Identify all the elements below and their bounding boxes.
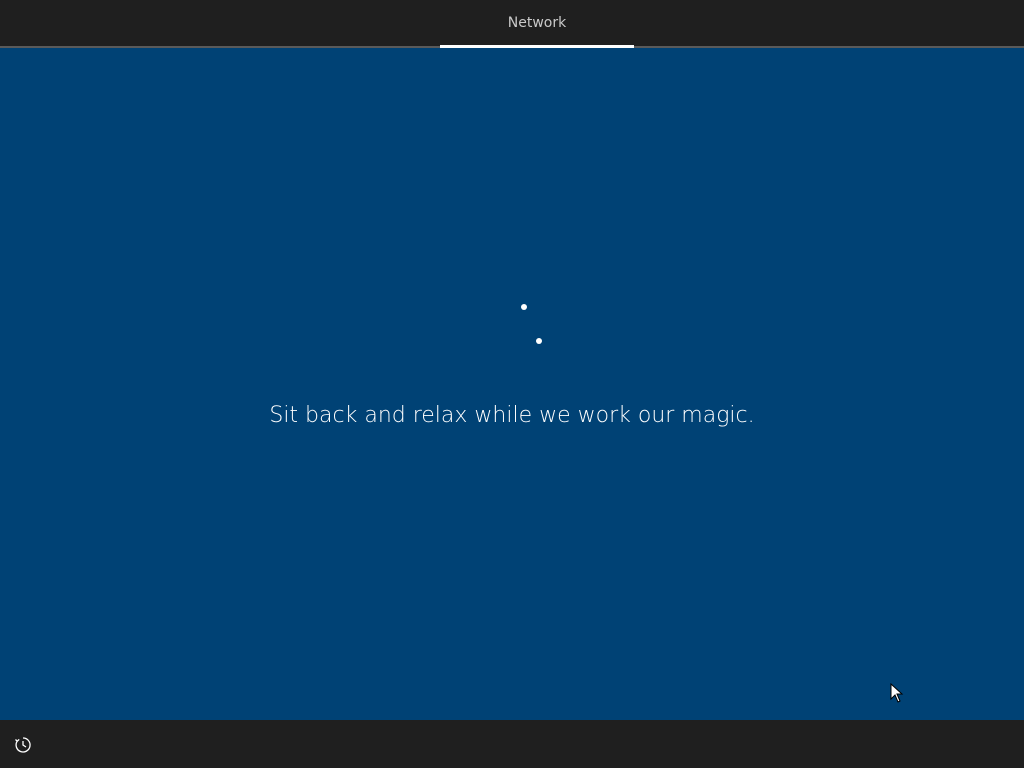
status-message: Sit back and relax while we work our mag… [269, 403, 755, 428]
bottom-bar [0, 720, 1024, 768]
tab-network-label: Network [507, 15, 567, 31]
setup-screen: Network Sit back and relax while we work… [0, 0, 1024, 768]
ease-of-access-icon [15, 737, 31, 753]
loading-dot [521, 304, 527, 310]
ease-of-access-button[interactable] [12, 734, 34, 756]
loading-dot [536, 338, 542, 344]
tab-network: Network [440, 0, 634, 46]
top-bar: Network [0, 0, 1024, 48]
main-area: Sit back and relax while we work our mag… [0, 48, 1024, 720]
mouse-pointer-icon [890, 683, 904, 703]
